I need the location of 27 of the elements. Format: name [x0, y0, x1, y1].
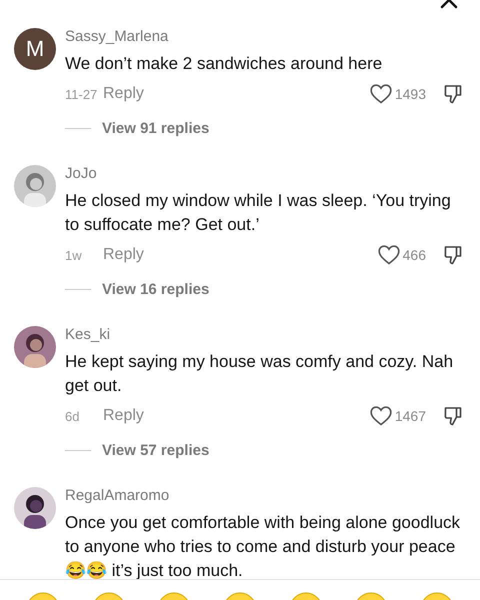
- comment-text: We don’t make 2 sandwiches around here: [65, 53, 384, 75]
- username[interactable]: JoJo: [65, 165, 97, 183]
- reply-button[interactable]: Reply: [103, 85, 144, 103]
- view-replies-link[interactable]: View 57 replies: [102, 442, 210, 458]
- comment-time: 1w: [65, 248, 83, 262]
- reply-button[interactable]: Reply: [103, 407, 144, 425]
- username[interactable]: RegalAmaromo: [65, 487, 170, 505]
- comment-text: Once you get comfortable with being alone goodluck to anyone who tries to come and disturb your peace 😂😂 it’s just too much.: [65, 512, 462, 582]
- view-replies-link[interactable]: View 91 replies: [102, 120, 210, 136]
- like-count: 1467: [394, 408, 426, 424]
- comment-time: 11-27: [65, 86, 98, 102]
- username[interactable]: Kes_ki: [65, 326, 110, 344]
- heart-icon[interactable]: [370, 84, 392, 104]
- like-count: 466: [402, 247, 426, 263]
- comment-text: He closed my window while I was sleep. ‘You trying to suffocate me? Get out.’: [65, 190, 452, 236]
- heart-icon[interactable]: [370, 406, 392, 426]
- thumbs-down-icon[interactable]: [444, 245, 462, 265]
- thumbs-down-icon[interactable]: [444, 406, 462, 426]
- like-count: 1493: [394, 86, 426, 102]
- avatar[interactable]: M: [14, 28, 56, 70]
- comment-time: 6d: [65, 408, 80, 424]
- view-replies-link[interactable]: View 16 replies: [102, 280, 210, 298]
- comment-text: He kept saying my house was comfy and cozy. Nah get out.: [65, 351, 454, 397]
- reply-button[interactable]: Reply: [103, 246, 144, 264]
- heart-icon[interactable]: [378, 245, 400, 265]
- thumbs-down-icon[interactable]: [444, 84, 462, 104]
- username[interactable]: Sassy_Marlena: [65, 28, 168, 46]
